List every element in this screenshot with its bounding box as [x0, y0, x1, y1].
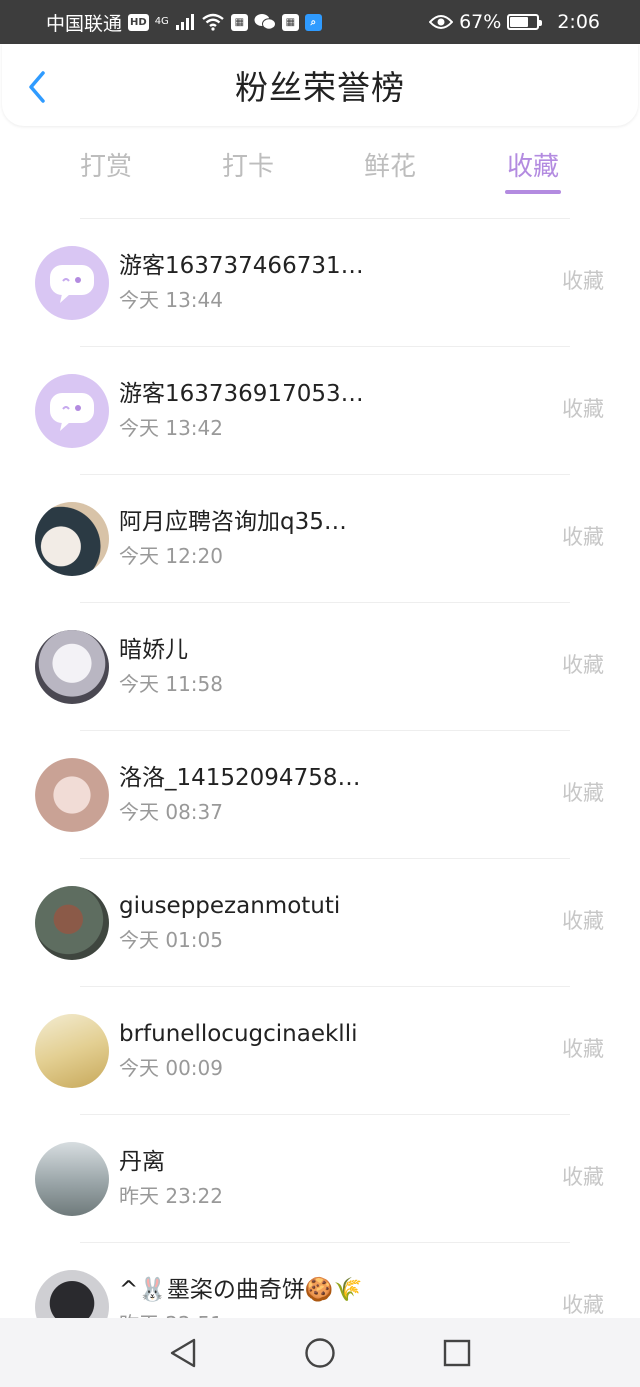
user-info: giuseppezanmotuti 今天 01:05	[119, 891, 340, 955]
list-item[interactable]: 游客163736917053… 今天 13:42 收藏	[0, 347, 640, 474]
status-right: 67% 2:06	[429, 11, 600, 33]
avatar	[35, 1141, 109, 1216]
user-name: giuseppezanmotuti	[119, 892, 341, 919]
signal-icon	[175, 14, 194, 30]
user-name: 丹离	[119, 1148, 165, 1175]
eye-icon	[429, 15, 454, 29]
user-time: 昨天 23:22	[119, 1183, 223, 1208]
user-info: 游客163737466731… 今天 13:44	[119, 251, 364, 315]
battery-level	[510, 17, 528, 27]
user-info: 游客163736917053… 今天 13:42	[119, 379, 364, 443]
avatar	[35, 373, 109, 448]
system-nav-bar	[0, 1318, 640, 1387]
list-item[interactable]: 游客163737466731… 今天 13:44 收藏	[0, 219, 640, 346]
search-app-icon: ⌕	[304, 13, 322, 31]
avatar	[35, 245, 109, 320]
nav-recents-button[interactable]	[431, 1327, 483, 1379]
avatar	[35, 1013, 109, 1088]
avatar	[35, 501, 109, 576]
favorite-label: 收藏	[562, 269, 604, 293]
list-item[interactable]: 洛洛_14152094758… 今天 08:37 收藏	[0, 731, 640, 858]
chat-bubble-icon	[50, 392, 94, 431]
hd-icon: HD	[128, 13, 149, 31]
user-name: 阿月应聘咨询加q35…	[119, 508, 347, 535]
favorite-label: 收藏	[562, 1165, 604, 1189]
user-name: 游客163737466731…	[119, 252, 364, 279]
user-name: brfunellocugcinaeklli	[119, 1020, 358, 1047]
avatar	[35, 629, 109, 704]
list-item[interactable]: giuseppezanmotuti 今天 01:05 收藏	[0, 859, 640, 986]
user-time: 今天 12:20	[119, 543, 223, 568]
status-left: 中国联通 HD 4G ▦ ▦ ⌕	[46, 9, 322, 36]
favorite-label: 收藏	[562, 1037, 604, 1061]
app-notification-icon: ▦	[230, 13, 248, 31]
user-info: 洛洛_14152094758… 今天 08:37	[119, 763, 360, 827]
nav-home-button[interactable]	[294, 1327, 346, 1379]
circle-home-icon	[305, 1337, 335, 1368]
user-name: 暗娇儿	[119, 636, 188, 663]
favorite-label: 收藏	[562, 525, 604, 549]
status-bar: 中国联通 HD 4G ▦ ▦ ⌕ 67% 2:06	[0, 0, 640, 44]
user-name: 洛洛_14152094758…	[119, 764, 361, 791]
favorite-label: 收藏	[562, 653, 604, 677]
user-info: brfunellocugcinaeklli 今天 00:09	[119, 1019, 357, 1083]
tab-tip[interactable]: 打赏	[46, 146, 166, 183]
tab-favorites[interactable]: 收藏	[473, 146, 593, 183]
tab-checkin[interactable]: 打卡	[188, 146, 308, 183]
fan-list: 游客163737466731… 今天 13:44 收藏 游客1637369170…	[0, 218, 640, 1370]
chat-bubble-icon	[50, 264, 94, 303]
battery-percent: 67%	[459, 11, 502, 33]
network-type: 4G	[154, 16, 169, 27]
battery-icon	[507, 14, 543, 30]
list-item[interactable]: 丹离 昨天 23:22 收藏	[0, 1115, 640, 1242]
back-button[interactable]	[20, 70, 54, 104]
user-time: 今天 08:37	[119, 799, 223, 824]
wechat-icon	[254, 14, 276, 30]
user-time: 今天 13:42	[119, 415, 223, 440]
user-name: ^🐰墨栥の曲奇饼🍪🌾	[119, 1276, 363, 1303]
clock: 2:06	[557, 11, 600, 33]
app-notification-icon-2: ▦	[281, 13, 299, 31]
user-time: 今天 00:09	[119, 1055, 223, 1080]
list-item[interactable]: brfunellocugcinaeklli 今天 00:09 收藏	[0, 987, 640, 1114]
user-time: 今天 01:05	[119, 927, 223, 952]
active-tab-indicator	[505, 190, 561, 194]
user-time: 今天 13:44	[119, 287, 223, 312]
wifi-icon	[202, 13, 224, 31]
user-info: 丹离 昨天 23:22	[119, 1147, 223, 1211]
square-recents-icon	[443, 1339, 471, 1366]
carrier-label: 中国联通	[46, 12, 123, 35]
user-name: 游客163736917053…	[119, 380, 364, 407]
triangle-back-icon	[170, 1338, 196, 1367]
list-item[interactable]: 暗娇儿 今天 11:58 收藏	[0, 603, 640, 730]
tab-bar: 打赏 打卡 鲜花 收藏	[0, 140, 640, 200]
favorite-label: 收藏	[562, 397, 604, 421]
avatar	[35, 757, 109, 832]
avatar	[35, 885, 109, 960]
nav-back-button[interactable]	[157, 1327, 209, 1379]
chevron-left-icon	[29, 71, 45, 103]
favorite-label: 收藏	[562, 909, 604, 933]
list-item[interactable]: 阿月应聘咨询加q35… 今天 12:20 收藏	[0, 475, 640, 602]
favorite-label: 收藏	[562, 781, 604, 805]
user-info: 阿月应聘咨询加q35… 今天 12:20	[119, 507, 347, 571]
user-time: 今天 11:58	[119, 671, 223, 696]
header-bar: 粉丝荣誉榜	[2, 44, 638, 126]
favorite-label: 收藏	[562, 1293, 604, 1317]
page-title: 粉丝荣誉榜	[235, 68, 405, 107]
user-info: 暗娇儿 今天 11:58	[119, 635, 223, 699]
tab-flowers[interactable]: 鲜花	[330, 146, 450, 183]
